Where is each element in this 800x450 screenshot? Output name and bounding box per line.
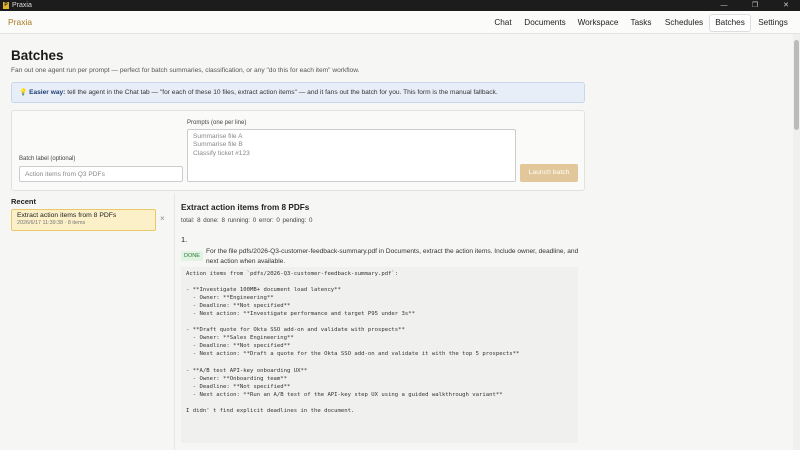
output-line: - Deadline: **Not specified**: [186, 383, 291, 390]
output-line: - Owner: **Engineering**: [186, 295, 274, 302]
tab-chat[interactable]: Chat: [486, 14, 520, 32]
recent-heading: Recent: [11, 197, 37, 206]
output-line: Action items from `pdfs/2026-Q3-customer…: [186, 271, 399, 277]
batch-item-prompt: For the file pdfs/2026-Q3-customer-feedb…: [206, 248, 579, 265]
tab-documents[interactable]: Documents: [522, 14, 568, 32]
output-line: - **Investigate 100MB+ document load lat…: [186, 287, 341, 294]
batch-label-label: Batch label (optional): [19, 156, 76, 162]
prompt-placeholder-line: Summarise file A: [193, 133, 243, 140]
tab-workspace[interactable]: Workspace: [574, 14, 622, 32]
output-line: - **Draft quote for Okta SSO add-on and …: [186, 327, 405, 334]
tab-schedules[interactable]: Schedules: [661, 14, 707, 32]
output-line: - Owner: **Sales Engineering**: [186, 335, 294, 342]
batch-stats: total: 8 done: 8 running: 0 error: 0 pen…: [181, 217, 313, 224]
page-subtitle: Fan out one agent run per prompt — perfe…: [11, 67, 360, 74]
output-line: - Deadline: **Not specified**: [186, 303, 291, 310]
prompt-placeholder-line: Classify ticket #123: [193, 149, 250, 157]
page-title: Batches: [11, 48, 64, 63]
scrollbar-thumb[interactable]: [794, 40, 799, 130]
output-line: - Next action: **Investigate performance…: [186, 311, 416, 318]
output-line: I didn' t find explicit deadlines in the…: [186, 407, 355, 414]
window-titlebar: P Praxia — ❐ ✕: [0, 0, 800, 11]
prompts-textarea[interactable]: Summarise file A Summarise file B Classi…: [187, 129, 516, 182]
batch-detail-title: Extract action items from 8 PDFs: [181, 203, 310, 212]
batch-label-input[interactable]: Action items from Q3 PDFs: [19, 166, 183, 182]
launch-batch-button[interactable]: Launch batch: [520, 164, 578, 182]
tab-batches[interactable]: Batches: [709, 14, 751, 32]
output-line: - Owner: **Onboarding team**: [186, 375, 288, 382]
tab-tasks[interactable]: Tasks: [627, 14, 655, 32]
maximize-button[interactable]: ❐: [744, 0, 766, 11]
output-line: - **A/B test API-key onboarding UX**: [186, 367, 308, 374]
remove-batch-icon[interactable]: ×: [160, 214, 165, 223]
column-divider: [174, 193, 175, 450]
prompt-placeholder-line: Summarise file B: [193, 141, 243, 149]
prompts-label: Prompts (one per line): [187, 120, 247, 126]
recent-batch-item[interactable]: Extract action items from 8 PDFs 2026/6/…: [11, 209, 156, 231]
batch-form: Batch label (optional) Action items from…: [11, 110, 585, 191]
window-title: Praxia: [12, 2, 32, 9]
recent-batch-title: Extract action items from 8 PDFs: [17, 212, 117, 219]
top-navigation: Praxia Chat Documents Workspace Tasks Sc…: [0, 11, 800, 34]
batch-item-number: 1.: [181, 235, 188, 244]
batch-item-output: Action items from `pdfs/2026-Q3-customer…: [181, 267, 578, 443]
recent-batch-meta: 2026/6/17 11:39:38 · 8 items: [17, 220, 86, 226]
status-badge: DONE: [181, 251, 203, 261]
page-scrollbar[interactable]: [793, 34, 800, 450]
tip-text: tell the agent in the Chat tab — "for ea…: [67, 89, 498, 96]
tab-settings[interactable]: Settings: [756, 14, 790, 32]
output-line: - Next action: **Run an A/B test of the …: [186, 391, 503, 398]
lightbulb-icon: 💡: [19, 89, 28, 96]
minimize-button[interactable]: —: [713, 0, 735, 11]
brand-name[interactable]: Praxia: [8, 17, 32, 27]
output-line: - Deadline: **Not specified**: [186, 343, 291, 350]
output-line: - Next action: **Draft a quote for the O…: [186, 351, 520, 358]
app-logo-icon: P: [3, 2, 9, 9]
tip-emphasis: Easier way:: [29, 89, 66, 96]
close-window-button[interactable]: ✕: [775, 0, 797, 11]
tip-banner: 💡 Easier way: tell the agent in the Chat…: [11, 82, 585, 103]
